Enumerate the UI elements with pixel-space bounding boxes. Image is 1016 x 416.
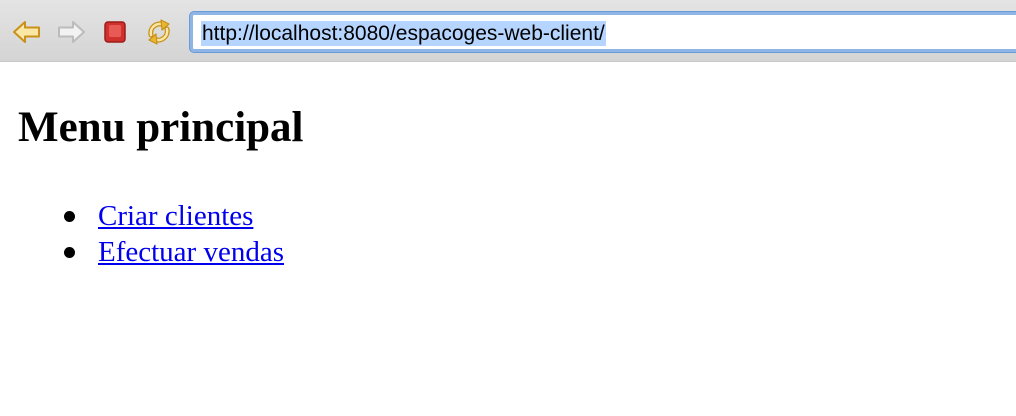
forward-button[interactable] (53, 14, 89, 50)
main-menu-list: Criar clientes Efectuar vendas (60, 198, 284, 270)
stop-button[interactable] (97, 14, 133, 50)
efectuar-vendas-link[interactable]: Efectuar vendas (98, 236, 284, 268)
reload-icon (148, 19, 170, 45)
forward-arrow-icon (58, 21, 85, 43)
bullet-icon (64, 247, 75, 258)
page-title: Menu principal (18, 104, 304, 151)
back-button[interactable] (9, 14, 45, 50)
browser-toolbar: http://localhost:8080/espacoges-web-clie… (0, 0, 1016, 62)
list-item: Efectuar vendas (60, 234, 284, 270)
criar-clientes-link[interactable]: Criar clientes (98, 200, 253, 232)
address-bar[interactable]: http://localhost:8080/espacoges-web-clie… (190, 12, 1016, 52)
back-arrow-icon (13, 21, 40, 43)
address-url[interactable]: http://localhost:8080/espacoges-web-clie… (201, 21, 606, 46)
stop-icon (104, 21, 126, 43)
reload-button[interactable] (141, 14, 177, 50)
bullet-icon (64, 211, 75, 222)
page-content: Menu principal Criar clientes Efectuar v… (0, 63, 1016, 416)
list-item: Criar clientes (60, 198, 284, 234)
